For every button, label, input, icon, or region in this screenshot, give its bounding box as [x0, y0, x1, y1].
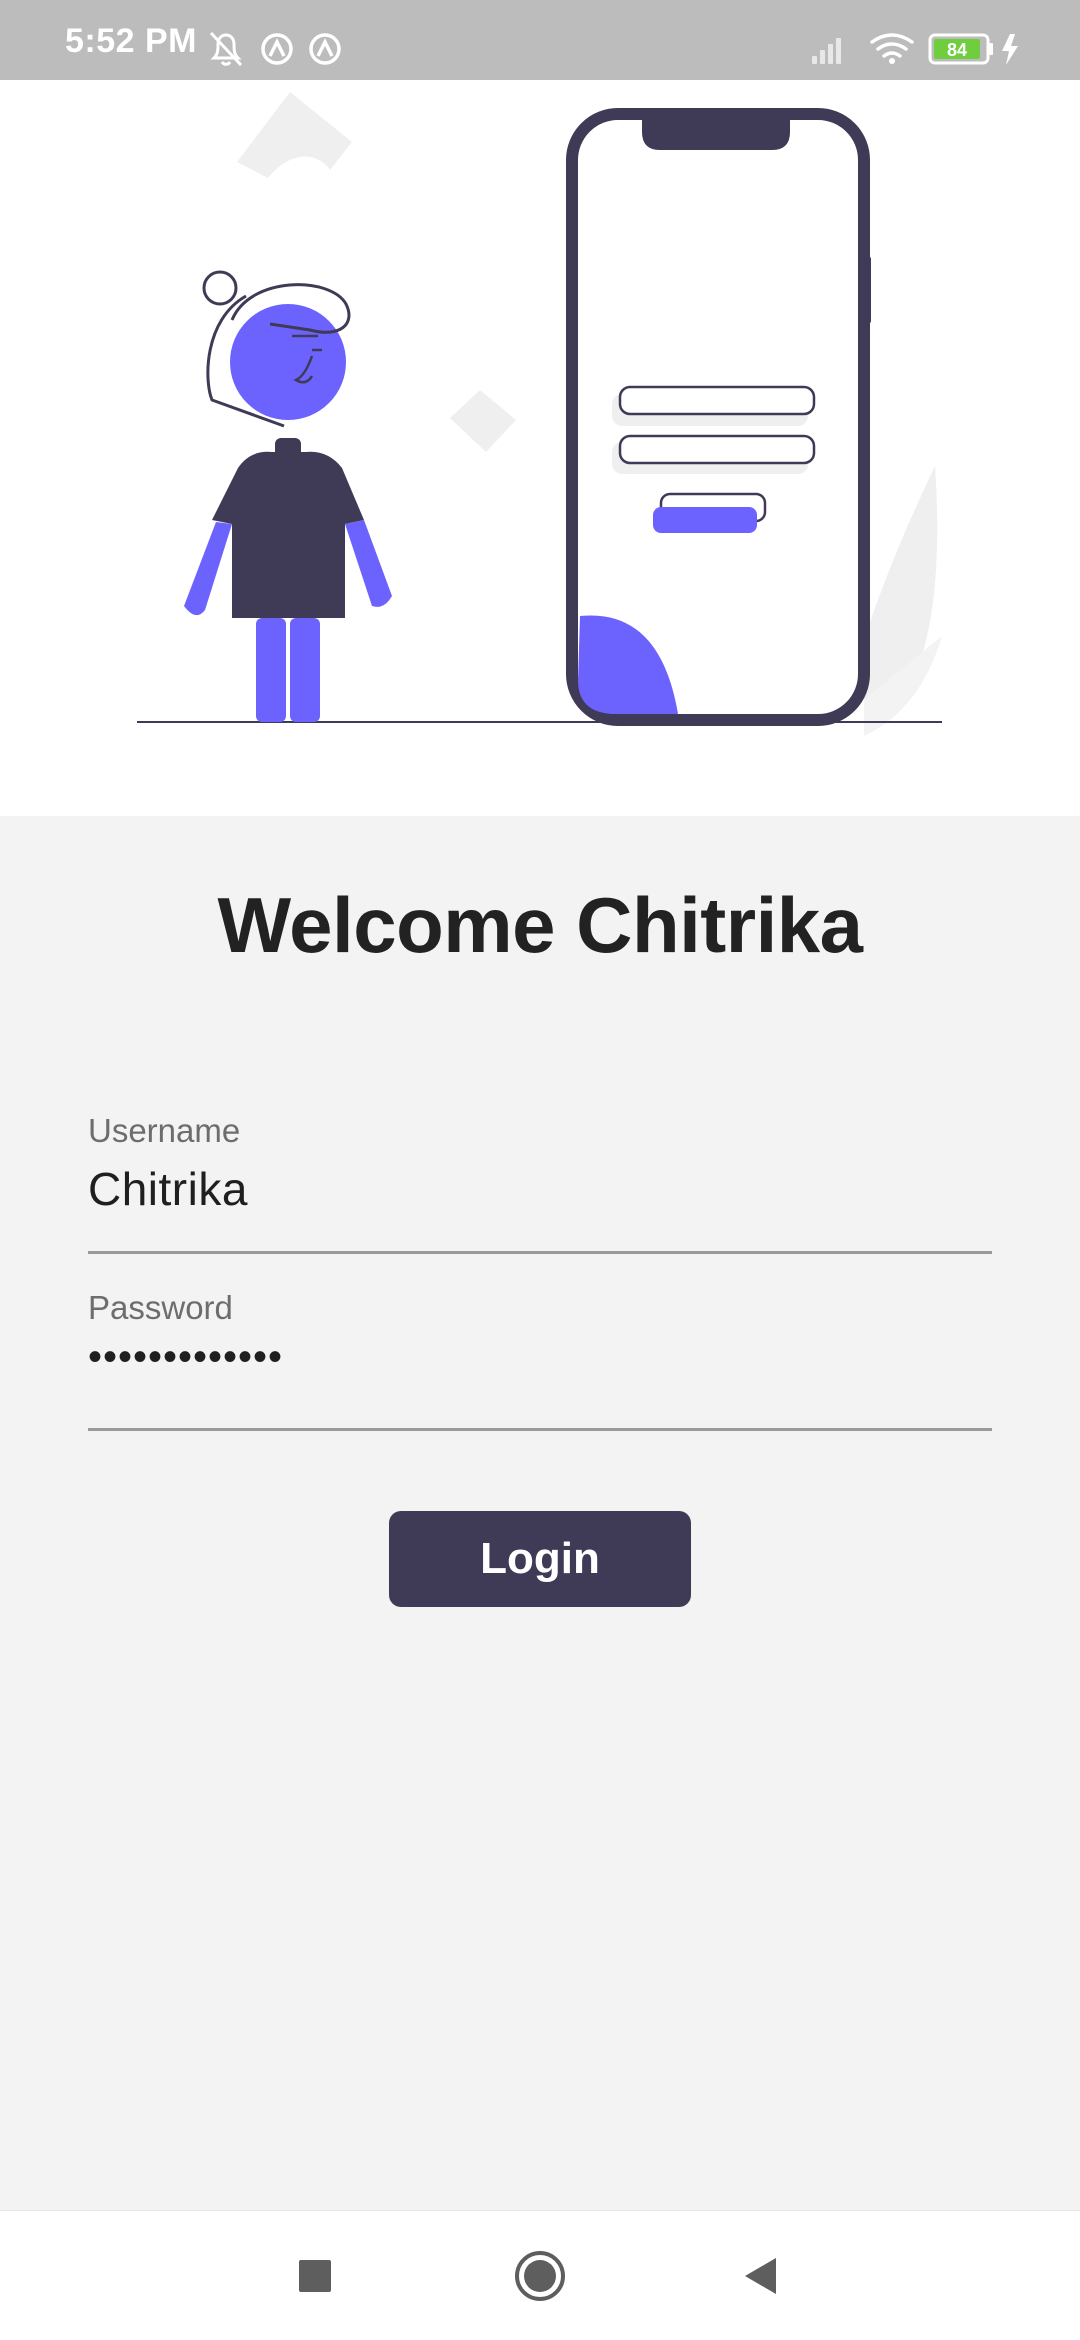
- recents-button[interactable]: [255, 2211, 375, 2340]
- welcome-title: Welcome Chitrika: [217, 881, 863, 969]
- battery-icon: 84: [928, 33, 993, 65]
- login-screen: 5:52 PM 84 Welcome Chitrika Username Chi…: [0, 0, 1080, 2340]
- app-notification-icon: [261, 33, 293, 65]
- phone-illustration: [566, 108, 871, 726]
- signal-icon: [812, 38, 841, 64]
- back-icon: [745, 2258, 776, 2294]
- hero-illustration: [0, 80, 1080, 816]
- password-underline: [88, 1428, 992, 1431]
- notifications-off-icon: [209, 31, 243, 67]
- password-input[interactable]: •••••••••••••: [88, 1335, 283, 1380]
- username-label: Username: [88, 1112, 241, 1149]
- login-illustration: [137, 92, 942, 736]
- charging-icon: [1002, 34, 1018, 65]
- password-field[interactable]: Password •••••••••••••: [88, 1287, 992, 1431]
- status-left-icons: [209, 31, 341, 67]
- navigation-bar: [0, 2210, 1080, 2340]
- username-field[interactable]: Username Chitrika: [88, 1110, 992, 1254]
- status-bar: 5:52 PM 84: [0, 0, 1080, 80]
- app-notification-icon: [309, 33, 341, 65]
- username-underline: [88, 1251, 992, 1254]
- status-right-icons: 84: [812, 33, 1018, 65]
- home-button[interactable]: [480, 2211, 600, 2340]
- login-button[interactable]: Login: [389, 1511, 691, 1607]
- wifi-icon: [870, 33, 914, 64]
- battery-level: 84: [947, 40, 967, 60]
- home-icon: [515, 2251, 565, 2301]
- password-label: Password: [88, 1289, 233, 1326]
- recents-icon: [299, 2260, 331, 2292]
- username-input[interactable]: Chitrika: [88, 1162, 248, 1216]
- person-illustration: [184, 270, 392, 722]
- back-button[interactable]: [700, 2211, 820, 2340]
- status-time: 5:52 PM: [65, 22, 197, 60]
